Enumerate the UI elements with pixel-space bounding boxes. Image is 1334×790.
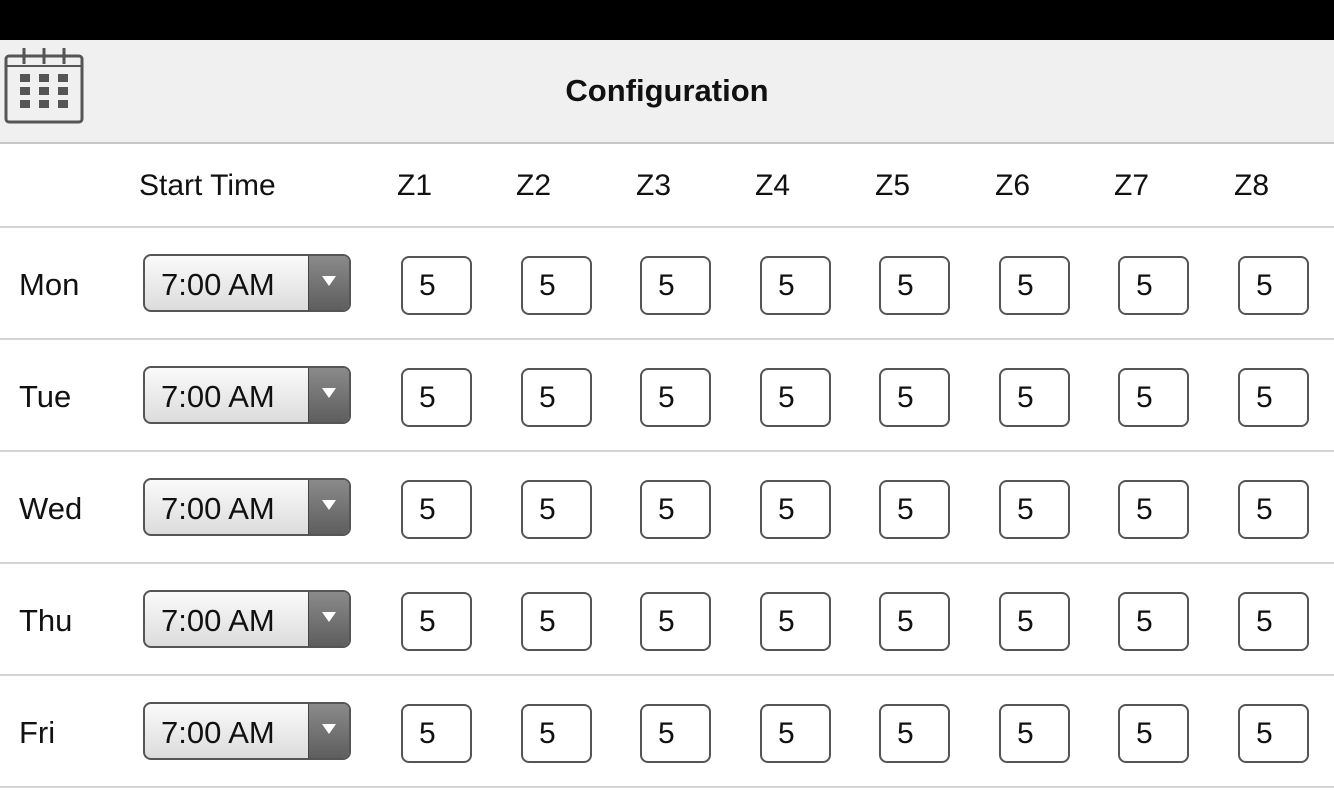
zone-duration-input[interactable] (521, 368, 592, 427)
zone-duration-input[interactable] (401, 256, 472, 315)
chevron-down-icon (308, 592, 349, 646)
start-time-value: 7:00 AM (161, 267, 275, 302)
zone-duration-input[interactable] (401, 592, 472, 651)
zone-duration-input[interactable] (640, 592, 711, 651)
header-bar: Configuration (0, 40, 1334, 144)
table-row: Wed 7:00 AM (0, 452, 1334, 564)
zone-duration-input[interactable] (1238, 256, 1309, 315)
zone-duration-input[interactable] (760, 592, 831, 651)
zone-duration-input[interactable] (521, 480, 592, 539)
zone-duration-input[interactable] (879, 480, 950, 539)
zone-duration-input[interactable] (1118, 704, 1189, 763)
zone-duration-input[interactable] (1238, 592, 1309, 651)
table-header-row: Start Time Z1 Z2 Z3 Z4 Z5 Z6 Z7 Z8 (0, 144, 1334, 228)
zone-header-z8: Z8 (1234, 169, 1270, 202)
start-time-select[interactable]: 7:00 AM (143, 478, 351, 536)
zone-duration-input[interactable] (760, 256, 831, 315)
day-label: Thu (19, 603, 73, 638)
start-time-value: 7:00 AM (161, 603, 275, 638)
zone-duration-input[interactable] (760, 368, 831, 427)
zone-duration-input[interactable] (879, 704, 950, 763)
zone-duration-input[interactable] (999, 480, 1070, 539)
zone-duration-input[interactable] (640, 480, 711, 539)
chevron-down-icon (308, 480, 349, 534)
zone-duration-input[interactable] (879, 256, 950, 315)
chevron-down-icon (308, 256, 349, 310)
start-time-select[interactable]: 7:00 AM (143, 366, 351, 424)
zone-duration-input[interactable] (1238, 480, 1309, 539)
zone-duration-input[interactable] (879, 368, 950, 427)
start-time-select[interactable]: 7:00 AM (143, 702, 351, 760)
zone-duration-input[interactable] (1238, 704, 1309, 763)
zone-header-z6: Z6 (995, 169, 1031, 202)
zone-header-z5: Z5 (875, 169, 911, 202)
chevron-down-icon (308, 368, 349, 422)
start-time-select[interactable]: 7:00 AM (143, 254, 351, 312)
zone-duration-input[interactable] (401, 704, 472, 763)
zone-duration-input[interactable] (521, 256, 592, 315)
zone-duration-input[interactable] (640, 704, 711, 763)
table-row: Fri 7:00 AM (0, 676, 1334, 788)
start-time-value: 7:00 AM (161, 379, 275, 414)
day-label: Fri (19, 715, 56, 750)
zone-duration-input[interactable] (640, 368, 711, 427)
day-label: Wed (19, 491, 83, 526)
zone-duration-input[interactable] (1118, 368, 1189, 427)
zone-duration-input[interactable] (1238, 368, 1309, 427)
zone-duration-input[interactable] (879, 592, 950, 651)
page-title: Configuration (565, 73, 769, 108)
zone-duration-input[interactable] (760, 480, 831, 539)
zone-duration-input[interactable] (521, 592, 592, 651)
zone-duration-input[interactable] (1118, 480, 1189, 539)
zone-duration-input[interactable] (999, 704, 1070, 763)
calendar-icon (4, 48, 84, 124)
table-row: Thu 7:00 AM (0, 564, 1334, 676)
zone-header-z1: Z1 (397, 169, 433, 202)
start-time-select[interactable]: 7:00 AM (143, 590, 351, 648)
zone-header-z2: Z2 (516, 169, 552, 202)
status-bar (0, 0, 1334, 40)
zone-duration-input[interactable] (999, 256, 1070, 315)
schedule-table: Start Time Z1 Z2 Z3 Z4 Z5 Z6 Z7 Z8 Mon 7… (0, 144, 1334, 788)
calendar-button[interactable] (4, 46, 84, 124)
zone-duration-input[interactable] (401, 368, 472, 427)
zone-header-z4: Z4 (755, 169, 791, 202)
zone-duration-input[interactable] (999, 368, 1070, 427)
zone-duration-input[interactable] (401, 480, 472, 539)
zone-header-z7: Z7 (1114, 169, 1150, 202)
zone-duration-input[interactable] (521, 704, 592, 763)
day-label: Mon (19, 267, 80, 302)
start-time-value: 7:00 AM (161, 491, 275, 526)
zone-header-z3: Z3 (636, 169, 672, 202)
zone-duration-input[interactable] (999, 592, 1070, 651)
zone-duration-input[interactable] (760, 704, 831, 763)
table-row: Tue 7:00 AM (0, 340, 1334, 452)
zone-duration-input[interactable] (640, 256, 711, 315)
day-label: Tue (19, 379, 72, 414)
table-row: Mon 7:00 AM (0, 228, 1334, 340)
zone-duration-input[interactable] (1118, 256, 1189, 315)
zone-duration-input[interactable] (1118, 592, 1189, 651)
start-time-header: Start Time (139, 169, 276, 202)
